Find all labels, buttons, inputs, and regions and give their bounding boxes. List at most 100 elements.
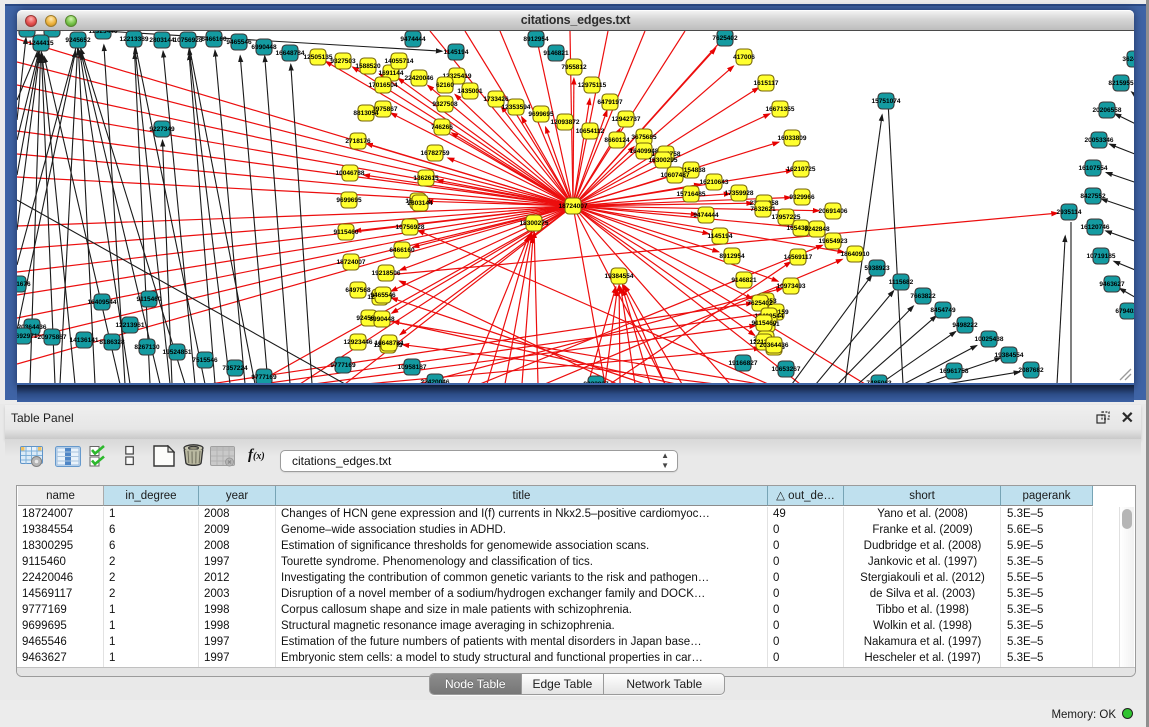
svg-text:18300295: 18300295 [649,157,678,164]
svg-text:7485063: 7485063 [866,380,892,383]
svg-text:19654923: 19654923 [819,238,848,245]
svg-text:1362615: 1362615 [413,175,439,182]
svg-text:9463627: 9463627 [1099,281,1125,288]
svg-text:8215955: 8215955 [1108,80,1134,87]
svg-text:16961758: 16961758 [940,368,969,375]
svg-text:8471676: 8471676 [17,281,31,288]
svg-text:12353594: 12353594 [502,104,531,111]
svg-text:9115460: 9115460 [137,296,162,303]
svg-text:10973493: 10973493 [777,283,806,290]
svg-text:2087682: 2087682 [1018,367,1044,374]
svg-text:19384554: 19384554 [995,352,1024,359]
svg-text:7357224: 7357224 [222,365,248,372]
svg-text:18724007: 18724007 [559,203,588,210]
svg-text:8912954: 8912954 [523,36,549,43]
svg-text:5938923: 5938923 [864,265,890,272]
svg-text:16782759: 16782759 [421,150,450,157]
svg-text:20053346: 20053346 [1085,137,1114,144]
svg-text:19384554: 19384554 [605,273,634,280]
svg-text:9115460: 9115460 [334,229,359,236]
svg-text:9474444: 9474444 [400,36,426,43]
svg-text:8660124: 8660124 [604,137,630,144]
svg-text:8186328: 8186328 [99,339,125,346]
svg-text:18724007: 18724007 [337,259,366,266]
svg-text:1115682: 1115682 [889,279,914,286]
svg-text:7955812: 7955812 [561,64,587,71]
svg-text:17016504: 17016504 [369,82,398,89]
svg-text:6479197: 6479197 [597,99,623,106]
svg-text:6794028: 6794028 [1115,308,1134,315]
svg-text:8912954: 8912954 [719,253,745,260]
svg-text:2718176: 2718176 [345,138,371,145]
svg-text:1588520: 1588520 [355,63,381,70]
svg-text:19524851: 19524851 [163,349,192,356]
svg-text:20975867: 20975867 [38,334,67,341]
svg-text:19218506: 19218506 [372,270,401,277]
svg-text:16120746: 16120746 [1081,224,1110,231]
svg-text:14569117: 14569117 [784,254,813,261]
svg-text:2803144: 2803144 [407,200,433,207]
svg-text:10958187: 10958187 [398,364,427,371]
svg-text:9465546: 9465546 [226,39,252,46]
svg-text:746266: 746266 [431,124,453,131]
svg-text:6466160: 6466160 [201,36,227,43]
svg-text:7625402: 7625402 [712,35,738,42]
svg-text:10719185: 10719185 [1087,253,1116,260]
svg-text:9777169: 9777169 [251,374,277,381]
svg-text:2803144: 2803144 [149,37,175,44]
svg-text:10653267: 10653267 [772,366,801,373]
svg-text:6466160: 6466160 [389,247,415,254]
svg-text:8813054: 8813054 [353,110,379,117]
svg-text:10046788: 10046788 [336,170,365,177]
svg-text:1145194: 1145194 [444,49,469,56]
svg-text:12213961: 12213961 [116,322,145,329]
svg-text:1615117: 1615117 [754,80,779,87]
svg-text:16671355: 16671355 [766,106,795,113]
svg-text:14136141: 14136141 [70,337,99,344]
svg-text:9699695: 9699695 [528,111,554,118]
svg-text:3675685: 3675685 [631,134,657,141]
svg-text:9115460: 9115460 [752,320,777,327]
svg-text:20206558: 20206558 [1093,107,1122,114]
svg-text:2935114: 2935114 [1057,209,1082,216]
svg-text:8267130: 8267130 [134,344,160,351]
svg-text:10756928: 10756928 [174,37,203,44]
svg-text:16648784: 16648784 [375,340,404,347]
svg-text:9146821: 9146821 [543,50,569,57]
svg-text:12093872: 12093872 [551,119,580,126]
svg-text:9777169: 9777169 [330,362,356,369]
svg-text:9146821: 9146821 [731,277,757,284]
svg-text:14055714: 14055714 [385,58,414,65]
svg-text:16210643: 16210643 [700,179,729,186]
svg-text:10756928: 10756928 [396,224,425,231]
svg-text:15751074: 15751074 [872,98,901,105]
svg-text:18300275: 18300275 [520,220,549,227]
svg-text:10654112: 10654112 [576,128,605,135]
svg-text:6497568: 6497568 [345,287,371,294]
svg-text:18640910: 18640910 [841,251,870,258]
svg-text:8454749: 8454749 [930,307,956,314]
svg-text:6990448: 6990448 [369,316,395,323]
svg-text:12505135: 12505135 [304,54,333,61]
svg-text:9474444: 9474444 [693,212,719,219]
svg-text:12923446: 12923446 [344,339,373,346]
svg-text:7663822: 7663822 [910,293,936,300]
svg-text:16107554: 16107554 [1079,165,1108,172]
svg-text:9465546: 9465546 [370,292,396,299]
svg-text:12923446: 12923446 [89,31,118,35]
svg-text:1733426: 1733426 [483,96,509,103]
svg-text:1435001: 1435001 [457,88,483,95]
svg-text:10025438: 10025438 [975,336,1004,343]
svg-text:7625402: 7625402 [747,300,773,307]
svg-text:9327508: 9327508 [432,101,458,108]
svg-text:16409544: 16409544 [88,299,117,306]
svg-text:7515546: 7515546 [192,357,218,364]
svg-text:9245652: 9245652 [65,37,91,44]
svg-text:9327503: 9327503 [330,58,356,65]
svg-text:22420046: 22420046 [421,379,450,383]
svg-text:16210725: 16210725 [787,166,816,173]
svg-text:12942737: 12942737 [612,116,641,123]
svg-text:62160: 62160 [436,82,454,89]
svg-text:1691144: 1691144 [379,70,404,77]
svg-text:7632621: 7632621 [750,206,776,213]
